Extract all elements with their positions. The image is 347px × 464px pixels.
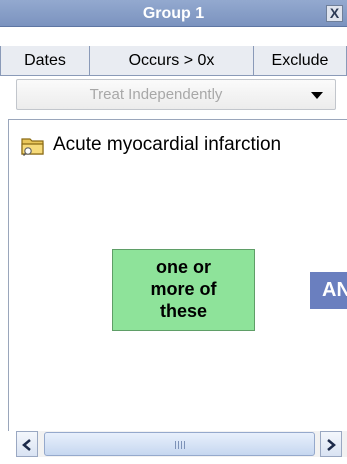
scroll-thumb[interactable] xyxy=(44,432,315,456)
panel-titlebar[interactable]: Group 1 X xyxy=(0,0,347,27)
logic-box-line3: these xyxy=(159,301,208,321)
chevron-right-icon xyxy=(327,439,336,451)
logic-box-line2: more of xyxy=(150,279,217,299)
timing-dropdown-value: Treat Independently xyxy=(89,86,223,103)
logic-box[interactable]: one or more of these xyxy=(112,249,255,331)
and-operator[interactable]: AND xyxy=(310,272,347,309)
logic-box-line1: one or xyxy=(155,257,211,277)
chevron-left-icon xyxy=(22,439,31,451)
horizontal-scrollbar[interactable] xyxy=(16,431,347,457)
exclude-button[interactable]: Exclude xyxy=(253,46,347,76)
grip-icon xyxy=(175,441,187,449)
group-options-row: Dates Occurs > 0x Exclude xyxy=(0,46,347,76)
folder-icon xyxy=(21,136,45,157)
scroll-right-button[interactable] xyxy=(320,431,342,457)
chevron-down-icon xyxy=(311,92,323,99)
timing-dropdown[interactable]: Treat Independently xyxy=(16,79,336,110)
query-group-panel: Group 1 X Dates Occurs > 0x Exclude Trea… xyxy=(0,0,347,464)
concept-label: Acute myocardial infarction xyxy=(53,134,282,155)
dates-button[interactable]: Dates xyxy=(0,46,90,76)
occurs-button[interactable]: Occurs > 0x xyxy=(89,46,254,76)
scroll-left-button[interactable] xyxy=(16,431,38,457)
group-content-area[interactable]: Acute myocardial infarction one or more … xyxy=(8,119,347,431)
close-button[interactable]: X xyxy=(326,5,343,22)
panel-title: Group 1 xyxy=(142,5,205,22)
